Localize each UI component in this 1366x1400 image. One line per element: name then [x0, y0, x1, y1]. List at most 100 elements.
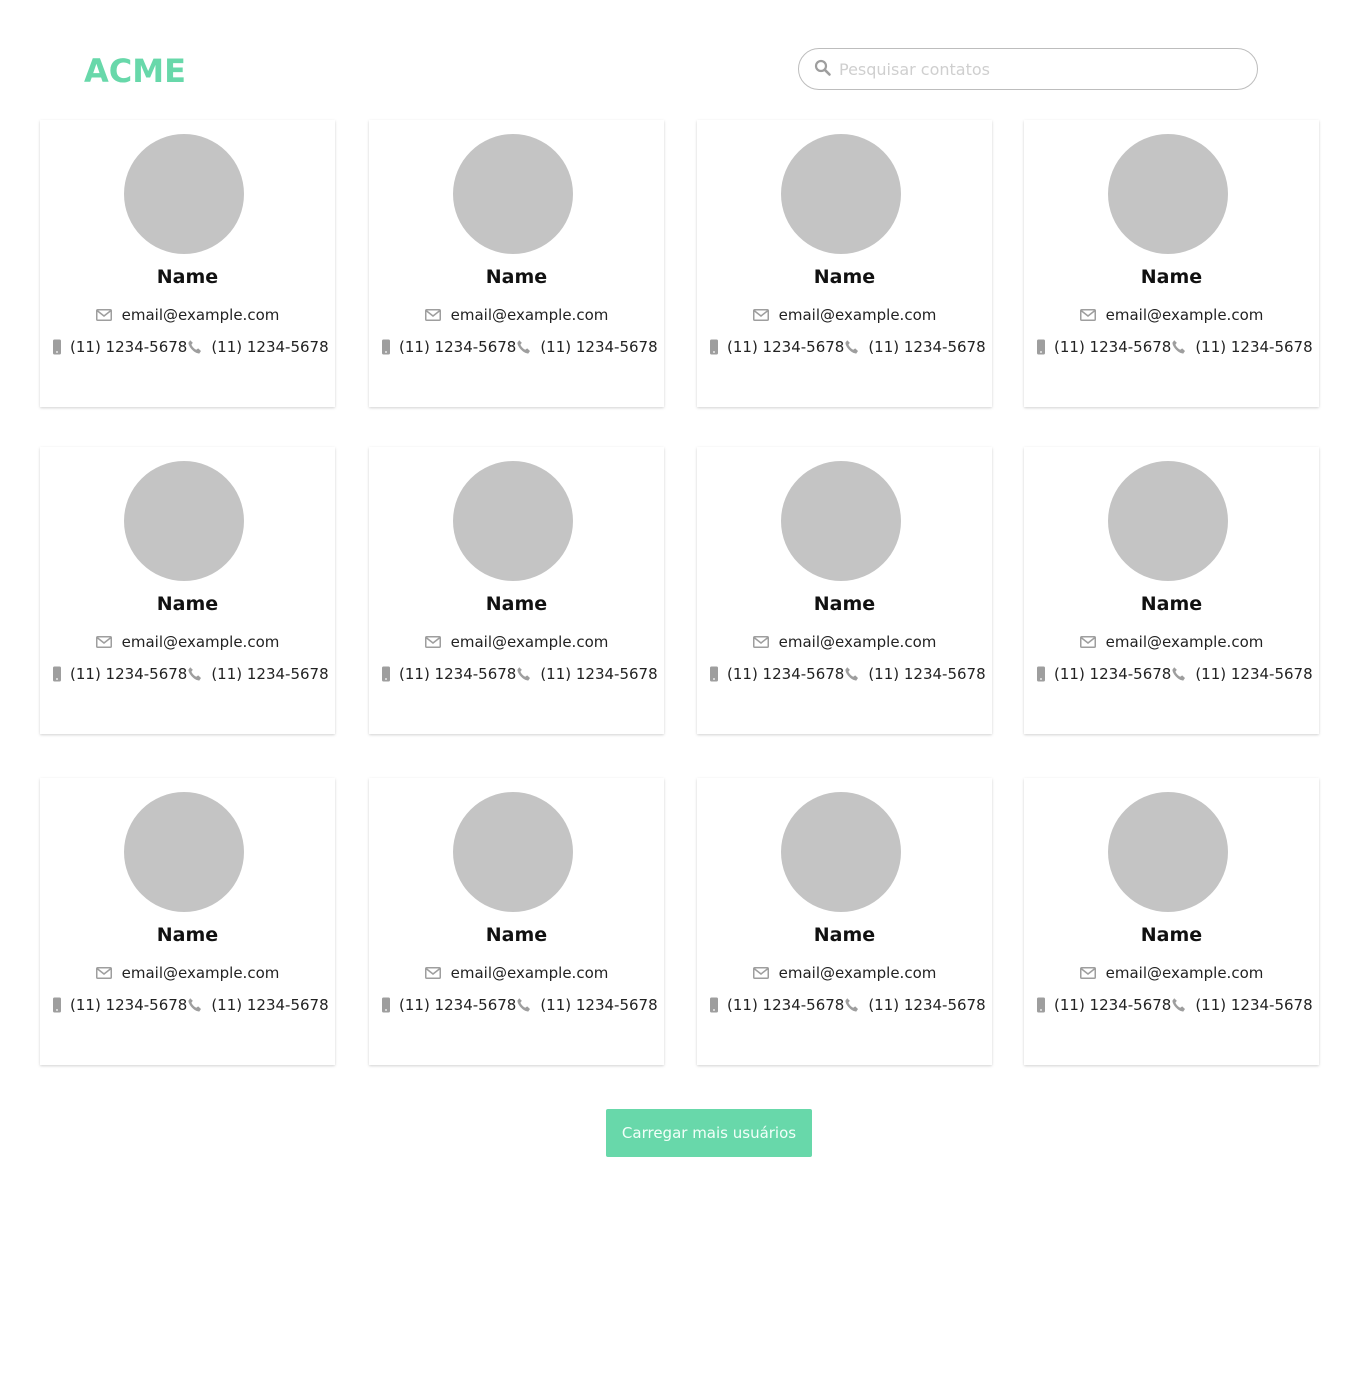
search-box[interactable]	[798, 48, 1258, 90]
phone-text: (11) 1234-5678	[868, 338, 986, 356]
contact-email[interactable]: email@example.com	[40, 964, 335, 982]
contact-email[interactable]: email@example.com	[1024, 964, 1319, 982]
contact-card[interactable]: Name email@example.com (11) 1234-5678 (1…	[369, 778, 664, 1065]
mobile-number[interactable]: (11) 1234-5678	[709, 996, 844, 1014]
mobile-number[interactable]: (11) 1234-5678	[709, 665, 844, 683]
phone-number[interactable]: (11) 1234-5678	[844, 996, 986, 1014]
envelope-icon	[752, 636, 769, 648]
mobile-phone-icon	[382, 666, 390, 682]
phone-text: (11) 1234-5678	[540, 338, 658, 356]
mobile-text: (11) 1234-5678	[399, 996, 517, 1014]
email-text: email@example.com	[121, 964, 280, 982]
mobile-phone-icon	[1037, 666, 1045, 682]
contact-name: Name	[1140, 924, 1203, 946]
phone-number[interactable]: (11) 1234-5678	[516, 338, 658, 356]
contact-name: Name	[156, 266, 219, 288]
contact-phones: (11) 1234-5678 (11) 1234-5678	[709, 665, 986, 683]
mobile-number[interactable]: (11) 1234-5678	[1036, 996, 1171, 1014]
contact-email[interactable]: email@example.com	[697, 964, 992, 982]
mobile-text: (11) 1234-5678	[70, 665, 188, 683]
avatar	[1108, 134, 1228, 254]
contact-name: Name	[1140, 593, 1203, 615]
avatar	[124, 461, 244, 581]
mobile-phone-icon	[382, 997, 390, 1013]
mobile-number[interactable]: (11) 1234-5678	[1036, 338, 1171, 356]
phone-number[interactable]: (11) 1234-5678	[516, 996, 658, 1014]
mobile-text: (11) 1234-5678	[727, 665, 845, 683]
phone-number[interactable]: (11) 1234-5678	[1171, 996, 1313, 1014]
contact-card[interactable]: Name email@example.com (11) 1234-5678 (1…	[697, 120, 992, 407]
contact-phones: (11) 1234-5678 (11) 1234-5678	[1036, 996, 1313, 1014]
avatar	[781, 461, 901, 581]
contact-card[interactable]: Name email@example.com (11) 1234-5678 (1…	[1024, 447, 1319, 734]
contact-card[interactable]: Name email@example.com (11) 1234-5678 (1…	[40, 778, 335, 1065]
contact-email[interactable]: email@example.com	[369, 633, 664, 651]
phone-handset-icon	[188, 340, 202, 354]
mobile-phone-icon	[710, 666, 718, 682]
mobile-number[interactable]: (11) 1234-5678	[381, 665, 516, 683]
contact-phones: (11) 1234-5678 (11) 1234-5678	[52, 338, 329, 356]
mobile-text: (11) 1234-5678	[727, 338, 845, 356]
avatar	[1108, 461, 1228, 581]
phone-number[interactable]: (11) 1234-5678	[187, 665, 329, 683]
contact-card[interactable]: Name email@example.com (11) 1234-5678 (1…	[369, 447, 664, 734]
contact-name: Name	[485, 266, 548, 288]
phone-number[interactable]: (11) 1234-5678	[1171, 338, 1313, 356]
phone-handset-icon	[517, 340, 531, 354]
phone-text: (11) 1234-5678	[211, 338, 329, 356]
mobile-number[interactable]: (11) 1234-5678	[709, 338, 844, 356]
phone-text: (11) 1234-5678	[868, 996, 986, 1014]
contact-card[interactable]: Name email@example.com (11) 1234-5678 (1…	[369, 120, 664, 407]
contact-email[interactable]: email@example.com	[697, 306, 992, 324]
logo[interactable]: ACME	[84, 52, 186, 90]
app-header: ACME	[0, 0, 1366, 118]
mobile-phone-icon	[53, 997, 61, 1013]
email-text: email@example.com	[450, 633, 609, 651]
mobile-number[interactable]: (11) 1234-5678	[381, 338, 516, 356]
contact-card[interactable]: Name email@example.com (11) 1234-5678 (1…	[697, 447, 992, 734]
email-text: email@example.com	[778, 633, 937, 651]
phone-number[interactable]: (11) 1234-5678	[187, 338, 329, 356]
phone-number[interactable]: (11) 1234-5678	[844, 338, 986, 356]
mobile-number[interactable]: (11) 1234-5678	[52, 996, 187, 1014]
contact-card[interactable]: Name email@example.com (11) 1234-5678 (1…	[697, 778, 992, 1065]
mobile-text: (11) 1234-5678	[70, 996, 188, 1014]
search-icon	[814, 59, 831, 76]
mobile-number[interactable]: (11) 1234-5678	[52, 338, 187, 356]
envelope-icon	[424, 636, 441, 648]
envelope-icon	[95, 309, 112, 321]
phone-handset-icon	[1172, 667, 1186, 681]
contact-phones: (11) 1234-5678 (11) 1234-5678	[709, 338, 986, 356]
mobile-text: (11) 1234-5678	[1054, 996, 1172, 1014]
contact-email[interactable]: email@example.com	[369, 964, 664, 982]
contact-card[interactable]: Name email@example.com (11) 1234-5678 (1…	[40, 447, 335, 734]
contact-email[interactable]: email@example.com	[40, 633, 335, 651]
email-text: email@example.com	[778, 306, 937, 324]
mobile-number[interactable]: (11) 1234-5678	[52, 665, 187, 683]
phone-handset-icon	[845, 667, 859, 681]
load-more-button[interactable]: Carregar mais usuários	[606, 1109, 812, 1157]
contact-email[interactable]: email@example.com	[1024, 633, 1319, 651]
search-input[interactable]	[839, 49, 1239, 89]
contact-phones: (11) 1234-5678 (11) 1234-5678	[381, 338, 658, 356]
contact-email[interactable]: email@example.com	[40, 306, 335, 324]
contact-email[interactable]: email@example.com	[1024, 306, 1319, 324]
contact-email[interactable]: email@example.com	[697, 633, 992, 651]
envelope-icon	[752, 309, 769, 321]
mobile-number[interactable]: (11) 1234-5678	[381, 996, 516, 1014]
phone-number[interactable]: (11) 1234-5678	[1171, 665, 1313, 683]
phone-text: (11) 1234-5678	[540, 665, 658, 683]
mobile-number[interactable]: (11) 1234-5678	[1036, 665, 1171, 683]
contact-name: Name	[1140, 266, 1203, 288]
phone-number[interactable]: (11) 1234-5678	[187, 996, 329, 1014]
contact-card[interactable]: Name email@example.com (11) 1234-5678 (1…	[1024, 778, 1319, 1065]
phone-text: (11) 1234-5678	[211, 996, 329, 1014]
contact-email[interactable]: email@example.com	[369, 306, 664, 324]
phone-handset-icon	[845, 340, 859, 354]
phone-number[interactable]: (11) 1234-5678	[844, 665, 986, 683]
phone-number[interactable]: (11) 1234-5678	[516, 665, 658, 683]
contact-card[interactable]: Name email@example.com (11) 1234-5678 (1…	[1024, 120, 1319, 407]
contact-card[interactable]: Name email@example.com (11) 1234-5678 (1…	[40, 120, 335, 407]
mobile-text: (11) 1234-5678	[1054, 338, 1172, 356]
envelope-icon	[424, 309, 441, 321]
